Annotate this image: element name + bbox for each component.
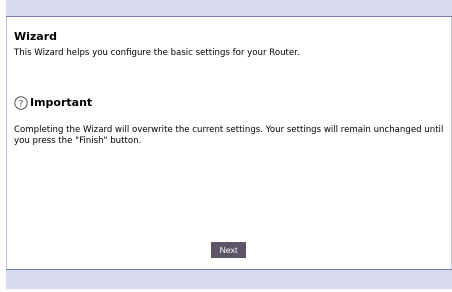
important-heading: ? Important bbox=[14, 95, 93, 110]
bottom-bar bbox=[6, 269, 452, 289]
next-button[interactable]: Next bbox=[211, 242, 246, 258]
top-bar bbox=[6, 0, 452, 17]
wizard-intro-text: This Wizard helps you configure the basi… bbox=[14, 48, 300, 58]
wizard-title: Wizard bbox=[14, 30, 58, 43]
important-title: Important bbox=[30, 96, 93, 109]
wizard-frame: Wizard This Wizard helps you configure t… bbox=[6, 0, 452, 289]
question-circle-icon: ? bbox=[14, 95, 28, 110]
svg-text:?: ? bbox=[19, 99, 24, 109]
wizard-panel: Wizard This Wizard helps you configure t… bbox=[6, 17, 452, 269]
important-warning-text: Completing the Wizard will overwrite the… bbox=[14, 125, 444, 146]
